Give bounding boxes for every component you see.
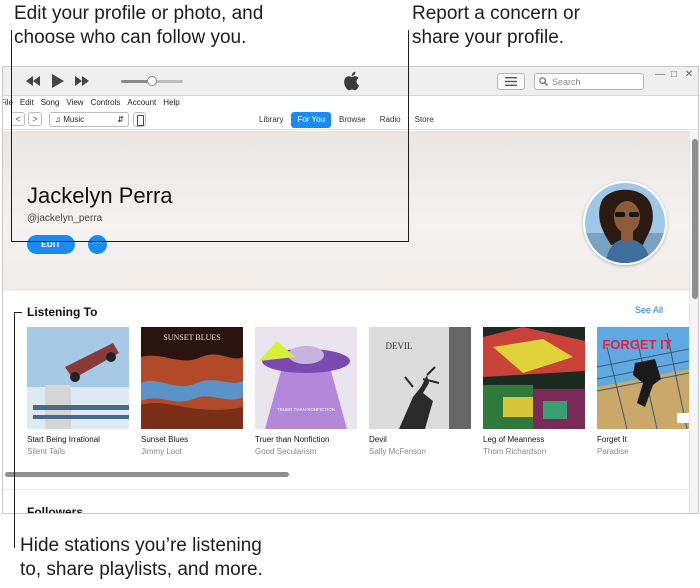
maximize-button[interactable]: □ <box>668 69 680 80</box>
menu-bar: FileEditSongViewControlsAccountHelp <box>3 97 698 109</box>
tab-for-you[interactable]: For You <box>291 112 332 128</box>
search-input[interactable] <box>552 76 642 87</box>
horizontal-scrollbar-thumb[interactable] <box>5 472 289 477</box>
callout-bottom-line2: to, share playlists, and more. <box>20 559 263 580</box>
album-title: Leg of Meanness <box>483 435 545 444</box>
play-icon <box>52 74 64 88</box>
album-artwork: DEVIL <box>369 327 471 429</box>
album-title: Start Being Irrational <box>27 435 100 444</box>
callout-top-right-line1: Report a concern or <box>412 3 580 24</box>
menu-item-view[interactable]: View <box>66 97 83 109</box>
horizontal-scrollbar[interactable] <box>3 471 689 479</box>
title-bar: — □ ✕ <box>3 67 698 96</box>
album-art-text: TRUER THAN NONFICTION <box>277 407 335 412</box>
fast-forward-icon <box>75 76 89 86</box>
callout-top-left: Edit your profile or photo, and choose w… <box>14 2 263 50</box>
album-card[interactable]: Start Being Irrational Silent Tails <box>27 327 129 456</box>
avatar-photo <box>585 183 665 263</box>
album-card[interactable]: DEVIL Devil Sally McFenson <box>369 327 471 456</box>
media-kind-label: Music <box>63 115 85 124</box>
album-artwork: FORGET IT <box>597 327 689 429</box>
play-button[interactable] <box>50 74 66 88</box>
album-artist: Paradise <box>597 447 629 456</box>
listening-to-shelf: Start Being Irrational Silent Tails SUNS… <box>27 327 689 457</box>
album-artwork <box>27 327 129 429</box>
album-card[interactable]: Leg of Meanness Thom Richardson <box>483 327 585 456</box>
tab-browse[interactable]: Browse <box>333 112 372 128</box>
album-title: Forget It <box>597 435 627 444</box>
menu-item-edit[interactable]: Edit <box>20 97 34 109</box>
album-art-text: DEVIL <box>386 341 413 351</box>
callout-leader-more <box>408 30 409 242</box>
search-icon <box>539 77 548 86</box>
device-button[interactable] <box>133 112 146 127</box>
callout-leader-edit <box>11 30 12 242</box>
rewind-icon <box>26 76 40 86</box>
navigation-bar: < > ♫ Music ⇵ Library For You Browse Radio S… <box>3 110 698 130</box>
album-artist: Silent Tails <box>27 447 66 456</box>
album-artist: Sally McFenson <box>369 447 426 456</box>
album-artist: Good Secularism <box>255 447 317 456</box>
rewind-button[interactable] <box>25 74 41 88</box>
menu-item-account[interactable]: Account <box>127 97 156 109</box>
close-button[interactable]: ✕ <box>683 69 695 80</box>
avatar[interactable] <box>583 181 667 265</box>
album-artwork: SUNSET BLUES <box>141 327 243 429</box>
section-divider <box>3 489 689 490</box>
tab-radio[interactable]: Radio <box>374 112 407 128</box>
album-title: Sunset Blues <box>141 435 189 444</box>
callout-top-left-line1: Edit your profile or photo, and <box>14 3 264 24</box>
playback-progress-knob[interactable] <box>147 76 157 86</box>
callout-top-left-line2: choose who can follow you. <box>14 27 247 48</box>
album-card[interactable]: TRUER THAN NONFICTION Truer than Nonfict… <box>255 327 357 456</box>
album-title: Truer than Nonfiction <box>255 435 330 444</box>
profile-header: Jackelyn Perra @jackelyn_perra EDIT ··· <box>3 131 689 291</box>
callout-leader-listening <box>14 312 15 548</box>
album-artist: Jimmy Loot <box>141 447 182 456</box>
forward-button[interactable]: > <box>28 112 42 126</box>
callout-leader-listening-tick <box>14 312 22 313</box>
playback-progress-slider[interactable] <box>121 76 183 86</box>
profile-handle: @jackelyn_perra <box>27 213 103 224</box>
profile-name: Jackelyn Perra <box>27 183 173 208</box>
chevron-updown-icon: ⇵ <box>117 115 124 124</box>
menu-item-help[interactable]: Help <box>163 97 179 109</box>
callout-bottom: Hide stations you’re listening to, share… <box>20 534 263 582</box>
menu-item-song[interactable]: Song <box>41 97 60 109</box>
listening-to-title: Listening To <box>27 305 98 319</box>
tab-bar: Library For You Browse Radio Store <box>253 112 442 128</box>
album-artwork: TRUER THAN NONFICTION <box>255 327 357 429</box>
callout-top-right-line2: share your profile. <box>412 27 565 48</box>
callout-bottom-line1: Hide stations you’re listening <box>20 535 262 556</box>
menu-item-controls[interactable]: Controls <box>91 97 121 109</box>
tab-library[interactable]: Library <box>253 112 289 128</box>
callout-leader-edit-tick <box>11 241 409 242</box>
followers-title: Followers <box>27 505 84 514</box>
more-options-button[interactable]: ··· <box>88 235 107 254</box>
callout-top-right: Report a concern or share your profile. <box>412 2 580 50</box>
album-art-text: FORGET IT <box>602 337 671 352</box>
itunes-window: — □ ✕ FileEditSongViewControlsAccountHel… <box>2 66 699 514</box>
minimize-button[interactable]: — <box>654 69 666 80</box>
search-box[interactable] <box>534 73 644 90</box>
apple-logo-icon <box>344 71 360 91</box>
up-next-list-button[interactable] <box>497 73 525 90</box>
tab-store[interactable]: Store <box>409 112 440 128</box>
profile-content: Jackelyn Perra @jackelyn_perra EDIT ··· … <box>3 131 689 514</box>
edit-profile-button[interactable]: EDIT <box>27 235 75 254</box>
see-all-link[interactable]: See All <box>635 305 663 315</box>
album-title: Devil <box>369 435 387 444</box>
vertical-scrollbar-thumb[interactable] <box>692 139 698 299</box>
album-artist: Thom Richardson <box>483 447 547 456</box>
back-button[interactable]: < <box>11 112 25 126</box>
media-kind-select[interactable]: ♫ Music ⇵ <box>49 112 129 127</box>
album-card[interactable]: SUNSET BLUES Sunset Blues Jimmy Loot <box>141 327 243 456</box>
album-artwork <box>483 327 585 429</box>
fast-forward-button[interactable] <box>74 74 90 88</box>
music-note-icon: ♫ <box>55 115 61 124</box>
vertical-scrollbar[interactable] <box>689 131 698 513</box>
list-icon <box>505 77 517 86</box>
album-art-text: SUNSET BLUES <box>163 333 220 342</box>
album-card[interactable]: FORGET IT Forget It Paradise <box>597 327 689 456</box>
